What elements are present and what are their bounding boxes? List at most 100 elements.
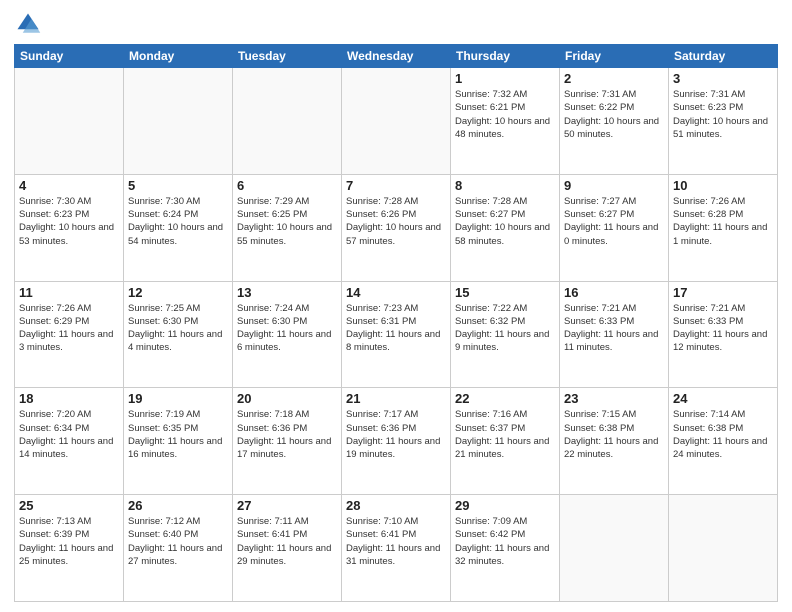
day-number: 3 <box>673 71 773 86</box>
calendar-cell: 8 Sunrise: 7:28 AM Sunset: 6:27 PM Daylig… <box>451 174 560 281</box>
header-row: SundayMondayTuesdayWednesdayThursdayFrid… <box>15 45 778 68</box>
day-info: Sunrise: 7:16 AM Sunset: 6:37 PM Dayligh… <box>455 408 555 461</box>
day-header-friday: Friday <box>560 45 669 68</box>
day-info: Sunrise: 7:31 AM Sunset: 6:22 PM Dayligh… <box>564 88 664 141</box>
day-info: Sunrise: 7:30 AM Sunset: 6:23 PM Dayligh… <box>19 195 119 248</box>
calendar-cell <box>233 68 342 175</box>
calendar-cell: 10 Sunrise: 7:26 AM Sunset: 6:28 PM Dayli… <box>669 174 778 281</box>
day-header-monday: Monday <box>124 45 233 68</box>
day-number: 8 <box>455 178 555 193</box>
day-number: 17 <box>673 285 773 300</box>
day-info: Sunrise: 7:15 AM Sunset: 6:38 PM Dayligh… <box>564 408 664 461</box>
day-number: 11 <box>19 285 119 300</box>
day-number: 26 <box>128 498 228 513</box>
day-number: 6 <box>237 178 337 193</box>
calendar-week-5: 25 Sunrise: 7:13 AM Sunset: 6:39 PM Dayli… <box>15 495 778 602</box>
logo <box>14 10 46 38</box>
calendar-table: SundayMondayTuesdayWednesdayThursdayFrid… <box>14 44 778 602</box>
day-info: Sunrise: 7:18 AM Sunset: 6:36 PM Dayligh… <box>237 408 337 461</box>
day-header-tuesday: Tuesday <box>233 45 342 68</box>
calendar-cell <box>560 495 669 602</box>
day-number: 29 <box>455 498 555 513</box>
day-number: 10 <box>673 178 773 193</box>
day-info: Sunrise: 7:21 AM Sunset: 6:33 PM Dayligh… <box>673 302 773 355</box>
calendar-cell: 21 Sunrise: 7:17 AM Sunset: 6:36 PM Dayli… <box>342 388 451 495</box>
day-number: 15 <box>455 285 555 300</box>
day-number: 22 <box>455 391 555 406</box>
header <box>14 10 778 38</box>
calendar-cell: 17 Sunrise: 7:21 AM Sunset: 6:33 PM Dayli… <box>669 281 778 388</box>
day-info: Sunrise: 7:25 AM Sunset: 6:30 PM Dayligh… <box>128 302 228 355</box>
day-number: 12 <box>128 285 228 300</box>
day-number: 25 <box>19 498 119 513</box>
calendar-cell: 24Sunrise: 7:14 AM Sunset: 6:38 PM Dayli… <box>669 388 778 495</box>
day-info: Sunrise: 7:12 AM Sunset: 6:40 PM Dayligh… <box>128 515 228 568</box>
calendar-cell: 27 Sunrise: 7:11 AM Sunset: 6:41 PM Dayli… <box>233 495 342 602</box>
day-number: 13 <box>237 285 337 300</box>
day-header-saturday: Saturday <box>669 45 778 68</box>
calendar-cell <box>15 68 124 175</box>
day-number: 5 <box>128 178 228 193</box>
day-number: 19 <box>128 391 228 406</box>
day-info: Sunrise: 7:11 AM Sunset: 6:41 PM Dayligh… <box>237 515 337 568</box>
day-number: 27 <box>237 498 337 513</box>
day-info: Sunrise: 7:19 AM Sunset: 6:35 PM Dayligh… <box>128 408 228 461</box>
day-info: Sunrise: 7:32 AM Sunset: 6:21 PM Dayligh… <box>455 88 555 141</box>
calendar-cell <box>124 68 233 175</box>
day-info: Sunrise: 7:13 AM Sunset: 6:39 PM Dayligh… <box>19 515 119 568</box>
day-info: Sunrise: 7:21 AM Sunset: 6:33 PM Dayligh… <box>564 302 664 355</box>
day-info: Sunrise: 7:29 AM Sunset: 6:25 PM Dayligh… <box>237 195 337 248</box>
day-number: 20 <box>237 391 337 406</box>
calendar-cell: 1 Sunrise: 7:32 AM Sunset: 6:21 PM Daylig… <box>451 68 560 175</box>
calendar-cell: 13Sunrise: 7:24 AM Sunset: 6:30 PM Dayli… <box>233 281 342 388</box>
calendar-cell: 25 Sunrise: 7:13 AM Sunset: 6:39 PM Dayli… <box>15 495 124 602</box>
page: SundayMondayTuesdayWednesdayThursdayFrid… <box>0 0 792 612</box>
day-info: Sunrise: 7:17 AM Sunset: 6:36 PM Dayligh… <box>346 408 446 461</box>
day-header-sunday: Sunday <box>15 45 124 68</box>
calendar-week-1: 1 Sunrise: 7:32 AM Sunset: 6:21 PM Daylig… <box>15 68 778 175</box>
calendar-cell: 15Sunrise: 7:22 AM Sunset: 6:32 PM Dayli… <box>451 281 560 388</box>
calendar-cell: 18Sunrise: 7:20 AM Sunset: 6:34 PM Dayli… <box>15 388 124 495</box>
day-number: 2 <box>564 71 664 86</box>
day-info: Sunrise: 7:23 AM Sunset: 6:31 PM Dayligh… <box>346 302 446 355</box>
day-info: Sunrise: 7:30 AM Sunset: 6:24 PM Dayligh… <box>128 195 228 248</box>
day-info: Sunrise: 7:27 AM Sunset: 6:27 PM Dayligh… <box>564 195 664 248</box>
calendar-cell <box>342 68 451 175</box>
day-number: 23 <box>564 391 664 406</box>
calendar-cell: 23 Sunrise: 7:15 AM Sunset: 6:38 PM Dayli… <box>560 388 669 495</box>
calendar-cell: 7 Sunrise: 7:28 AM Sunset: 6:26 PM Daylig… <box>342 174 451 281</box>
calendar-cell: 2 Sunrise: 7:31 AM Sunset: 6:22 PM Daylig… <box>560 68 669 175</box>
day-number: 24 <box>673 391 773 406</box>
day-info: Sunrise: 7:26 AM Sunset: 6:28 PM Dayligh… <box>673 195 773 248</box>
day-header-wednesday: Wednesday <box>342 45 451 68</box>
day-info: Sunrise: 7:26 AM Sunset: 6:29 PM Dayligh… <box>19 302 119 355</box>
calendar-cell: 19 Sunrise: 7:19 AM Sunset: 6:35 PM Dayli… <box>124 388 233 495</box>
calendar-cell: 9 Sunrise: 7:27 AM Sunset: 6:27 PM Daylig… <box>560 174 669 281</box>
calendar-cell: 5 Sunrise: 7:30 AM Sunset: 6:24 PM Daylig… <box>124 174 233 281</box>
day-header-thursday: Thursday <box>451 45 560 68</box>
day-number: 14 <box>346 285 446 300</box>
calendar-cell: 20 Sunrise: 7:18 AM Sunset: 6:36 PM Dayli… <box>233 388 342 495</box>
calendar-cell: 29Sunrise: 7:09 AM Sunset: 6:42 PM Dayli… <box>451 495 560 602</box>
day-number: 9 <box>564 178 664 193</box>
day-number: 16 <box>564 285 664 300</box>
calendar-week-4: 18Sunrise: 7:20 AM Sunset: 6:34 PM Dayli… <box>15 388 778 495</box>
calendar-week-3: 11 Sunrise: 7:26 AM Sunset: 6:29 PM Dayli… <box>15 281 778 388</box>
day-number: 21 <box>346 391 446 406</box>
day-number: 18 <box>19 391 119 406</box>
day-info: Sunrise: 7:28 AM Sunset: 6:26 PM Dayligh… <box>346 195 446 248</box>
calendar-cell: 26 Sunrise: 7:12 AM Sunset: 6:40 PM Dayli… <box>124 495 233 602</box>
calendar-cell: 28Sunrise: 7:10 AM Sunset: 6:41 PM Dayli… <box>342 495 451 602</box>
calendar-cell: 3Sunrise: 7:31 AM Sunset: 6:23 PM Daylig… <box>669 68 778 175</box>
day-number: 4 <box>19 178 119 193</box>
day-number: 28 <box>346 498 446 513</box>
calendar-cell <box>669 495 778 602</box>
day-info: Sunrise: 7:28 AM Sunset: 6:27 PM Dayligh… <box>455 195 555 248</box>
calendar-cell: 16 Sunrise: 7:21 AM Sunset: 6:33 PM Dayli… <box>560 281 669 388</box>
calendar-cell: 14 Sunrise: 7:23 AM Sunset: 6:31 PM Dayli… <box>342 281 451 388</box>
day-number: 7 <box>346 178 446 193</box>
logo-icon <box>14 10 42 38</box>
calendar-cell: 4 Sunrise: 7:30 AM Sunset: 6:23 PM Daylig… <box>15 174 124 281</box>
calendar-cell: 6 Sunrise: 7:29 AM Sunset: 6:25 PM Daylig… <box>233 174 342 281</box>
day-number: 1 <box>455 71 555 86</box>
